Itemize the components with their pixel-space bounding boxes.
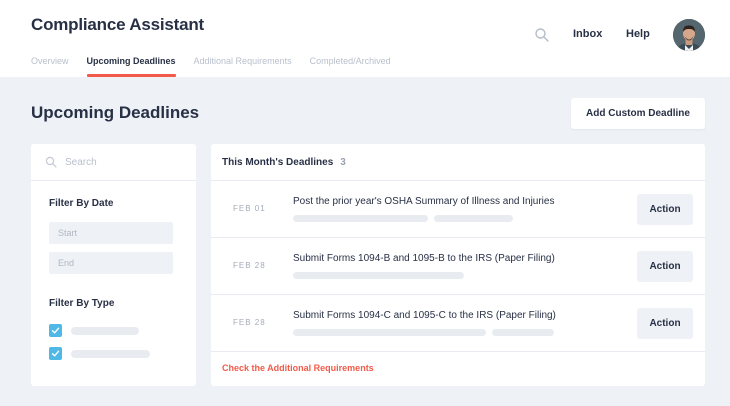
type-checkbox-2[interactable]	[49, 347, 62, 360]
tab-upcoming-deadlines[interactable]: Upcoming Deadlines	[86, 54, 176, 77]
tab-additional-requirements[interactable]: Additional Requirements	[194, 54, 292, 77]
avatar[interactable]	[673, 19, 705, 51]
detail-placeholder	[293, 272, 464, 279]
search-placeholder: Search	[65, 156, 97, 168]
filter-by-type-heading: Filter By Type	[49, 298, 115, 309]
start-date-input[interactable]: Start	[49, 222, 173, 244]
checkmark-icon	[51, 350, 60, 357]
tab-completed-archived[interactable]: Completed/Archived	[310, 54, 391, 77]
app-title: Compliance Assistant	[31, 15, 204, 34]
deadline-row: FEB 28 Submit Forms 1094-B and 1095-B to…	[211, 238, 705, 295]
filter-panel: Search Filter By Date Start End Filter B…	[31, 144, 196, 386]
user-photo-icon	[673, 19, 705, 51]
deadlines-panel: This Month's Deadlines 3 FEB 01 Post the…	[211, 144, 705, 386]
deadline-title[interactable]: Submit Forms 1094-B and 1095-B to the IR…	[293, 253, 555, 264]
action-button[interactable]: Action	[637, 194, 693, 225]
deadline-date: FEB 28	[233, 318, 266, 327]
type-label-placeholder	[71, 327, 139, 335]
deadline-title[interactable]: Post the prior year's OSHA Summary of Il…	[293, 196, 554, 207]
filter-search-input[interactable]: Search	[31, 144, 196, 181]
type-checkbox-1[interactable]	[49, 324, 62, 337]
search-icon	[45, 156, 57, 168]
deadline-row: FEB 28 Submit Forms 1094-C and 1095-C to…	[211, 295, 705, 352]
add-custom-deadline-button[interactable]: Add Custom Deadline	[571, 98, 705, 129]
tab-bar: Overview Upcoming Deadlines Additional R…	[31, 54, 409, 77]
deadlines-header-title: This Month's Deadlines	[222, 156, 334, 168]
deadlines-count: 3	[340, 156, 346, 168]
inbox-link[interactable]: Inbox	[573, 28, 602, 40]
deadline-date: FEB 28	[233, 261, 266, 270]
detail-placeholder	[434, 215, 513, 222]
additional-requirements-link[interactable]: Check the Additional Requirements	[222, 363, 374, 373]
deadlines-header: This Month's Deadlines 3	[211, 144, 705, 181]
deadline-title[interactable]: Submit Forms 1094-C and 1095-C to the IR…	[293, 310, 556, 321]
end-date-input[interactable]: End	[49, 252, 173, 274]
top-bar: Compliance Assistant Overview Upcoming D…	[0, 0, 730, 77]
help-link[interactable]: Help	[626, 28, 650, 40]
deadline-row: FEB 01 Post the prior year's OSHA Summar…	[211, 181, 705, 238]
checkmark-icon	[51, 327, 60, 334]
action-button[interactable]: Action	[637, 251, 693, 282]
type-label-placeholder	[71, 350, 150, 358]
search-icon[interactable]	[534, 27, 550, 43]
detail-placeholder	[492, 329, 554, 336]
detail-placeholder	[293, 329, 486, 336]
deadline-date: FEB 01	[233, 204, 266, 213]
tab-overview[interactable]: Overview	[31, 54, 69, 77]
page-title: Upcoming Deadlines	[31, 103, 200, 122]
filter-by-date-heading: Filter By Date	[49, 198, 114, 209]
detail-placeholder	[293, 215, 428, 222]
action-button[interactable]: Action	[637, 308, 693, 339]
